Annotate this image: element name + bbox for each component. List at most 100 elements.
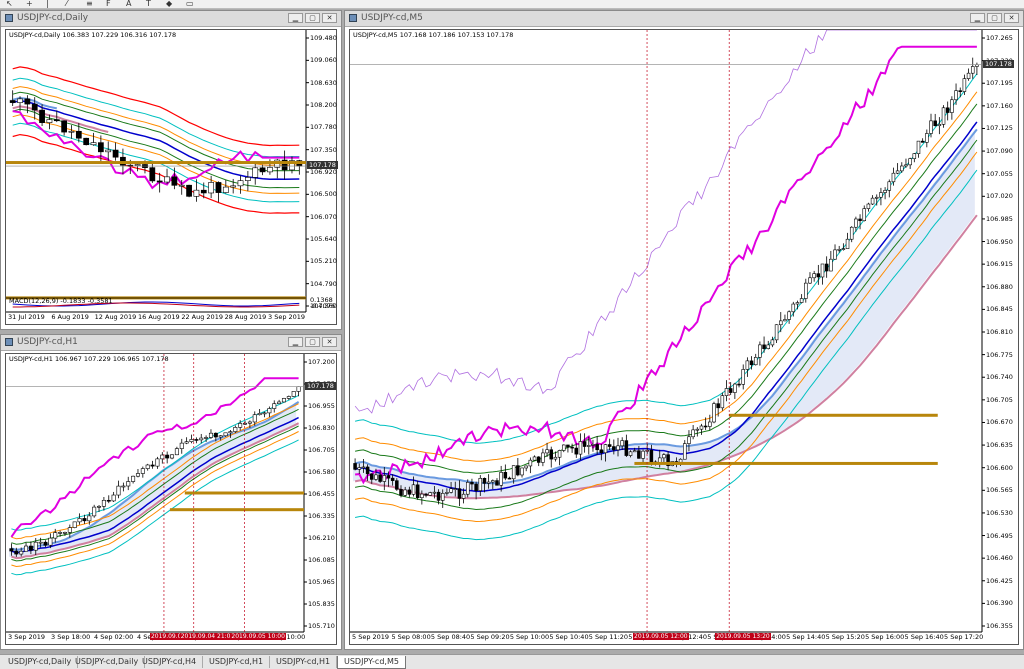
candle-body	[632, 450, 637, 453]
candle-body	[160, 454, 165, 460]
time-tick-label: 5 Sep 14:40	[786, 633, 826, 641]
time-tick-label: 5 Sep 16:00	[865, 633, 905, 641]
maximize-button[interactable]: ▢	[305, 337, 320, 347]
candle-body	[524, 465, 528, 469]
candle-body	[561, 444, 566, 451]
candle-body	[353, 463, 357, 470]
candle-body	[415, 484, 420, 498]
arrow-cursor-icon[interactable]: ↖	[6, 0, 13, 8]
candle-body	[170, 454, 175, 459]
vertical-line-icon[interactable]: |	[46, 0, 49, 8]
title-bar[interactable]: USDJPY-cd,M5 ▁ ▢ ✕	[345, 11, 1023, 27]
candle-body	[83, 137, 90, 146]
ichimoku-cloud	[353, 129, 975, 499]
candle-body	[945, 107, 950, 113]
shapes-icon[interactable]: ◆	[166, 0, 172, 8]
candle-body	[966, 72, 971, 79]
tab-usdjpy-cd-m5[interactable]: USDJPY-cd,M5	[337, 656, 406, 669]
candle-body	[215, 182, 222, 193]
price-tick-label: 107.350	[310, 145, 337, 154]
candle-body	[399, 489, 403, 496]
candle-body	[411, 484, 416, 495]
candle-body	[657, 457, 662, 463]
time-tick-label: 5 Sep 17:20	[944, 633, 984, 641]
price-tick-label: 107.200	[308, 358, 335, 366]
maximize-button[interactable]: ▢	[987, 13, 1002, 23]
tab-usdjpy-cd-daily[interactable]: USDJPY-cd,Daily	[69, 656, 146, 668]
candle-body	[33, 541, 38, 551]
price-tick-label: 106.600	[986, 463, 1013, 472]
tab-usdjpy-cd-daily[interactable]: USDJPY-cd,Daily	[2, 656, 79, 668]
minimize-button[interactable]: ▁	[288, 337, 303, 347]
chart-window-daily[interactable]: USDJPY-cd,Daily ▁ ▢ ✕ USDJPY-cd,Daily 10…	[0, 10, 342, 330]
text-tool-icon[interactable]: A	[126, 0, 131, 8]
title-bar[interactable]: USDJPY-cd,H1 ▁ ▢ ✕	[1, 335, 341, 351]
tab-usdjpy-cd-h4[interactable]: USDJPY-cd,H4	[136, 656, 204, 668]
candle-body	[420, 493, 424, 498]
price-tick-label: 107.090	[986, 147, 1013, 156]
label-tool-icon[interactable]: T	[146, 0, 151, 8]
close-button[interactable]: ✕	[322, 337, 337, 347]
window-title: USDJPY-cd,M5	[361, 13, 423, 23]
candle-body	[683, 443, 687, 460]
candle-body	[962, 78, 967, 92]
price-tick-label: 106.775	[986, 350, 1013, 359]
candle-body	[895, 170, 900, 174]
candle-body	[708, 421, 712, 427]
candle-body	[958, 90, 962, 92]
candle-body	[436, 491, 441, 501]
candle-body	[970, 66, 975, 74]
current-price-label: 107.178	[307, 161, 338, 170]
time-tick-label: 5 Sep 09:20	[470, 633, 510, 641]
maximize-button[interactable]: ▢	[305, 13, 320, 23]
price-tick-label: 108.630	[310, 78, 337, 87]
tab-usdjpy-cd-h1[interactable]: USDJPY-cd,H1	[270, 656, 338, 668]
minimize-button[interactable]: ▁	[970, 13, 985, 23]
price-chart[interactable]: USDJPY-cd,H1 106.967 107.229 106.965 107…	[5, 353, 337, 645]
close-button[interactable]: ✕	[322, 13, 337, 23]
candle-body	[213, 432, 218, 438]
chart-window-h1[interactable]: USDJPY-cd,H1 ▁ ▢ ✕ USDJPY-cd,H1 106.967 …	[0, 334, 342, 650]
candle-body	[277, 401, 282, 405]
candle-body	[193, 189, 200, 197]
chart-window-icon	[5, 338, 13, 346]
chart-canvas	[350, 30, 985, 633]
time-tick-label: 28 Aug 2019	[224, 313, 267, 321]
candle-body	[557, 450, 562, 458]
candle-body	[587, 445, 591, 447]
candle-body	[267, 408, 272, 414]
candle-body	[233, 427, 238, 432]
timeframe-box-icon[interactable]: ▭	[186, 0, 194, 8]
close-button[interactable]: ✕	[1004, 13, 1019, 23]
price-tick-label: 106.705	[308, 446, 335, 454]
price-chart[interactable]: USDJPY-cd,Daily 106.383 107.229 106.316 …	[5, 29, 338, 325]
title-bar[interactable]: USDJPY-cd,Daily ▁ ▢ ✕	[1, 11, 341, 27]
candle-body	[252, 414, 257, 423]
price-tick-label: 107.160	[986, 101, 1013, 110]
trendline-icon[interactable]: ⁄	[66, 0, 67, 8]
band-upper-2	[12, 91, 300, 172]
price-tick-label: 106.920	[310, 168, 337, 176]
candle-body	[662, 454, 666, 459]
candle-body	[121, 485, 126, 488]
candle-body	[511, 465, 516, 480]
support-resistance-level	[6, 161, 306, 165]
candle-body	[799, 298, 804, 303]
minimize-button[interactable]: ▁	[288, 13, 303, 23]
candle-body	[131, 475, 136, 482]
candle-body	[874, 196, 879, 199]
channel-icon[interactable]: ≡	[86, 0, 93, 8]
chart-window-m5[interactable]: USDJPY-cd,M5 ▁ ▢ ✕ USDJPY-cd,M5 107.168 …	[344, 10, 1024, 650]
crosshair-icon[interactable]: +	[26, 0, 33, 8]
candle-body	[208, 182, 214, 194]
price-chart[interactable]: USDJPY-cd,M5 107.168 107.186 107.153 107…	[349, 29, 1019, 645]
candle-body	[39, 109, 45, 123]
fibonacci-icon[interactable]: F	[106, 0, 111, 8]
price-tick-label: 106.500	[310, 190, 337, 199]
candle-body	[440, 493, 445, 501]
price-tick-label: 106.565	[986, 486, 1013, 495]
candle-body	[599, 449, 604, 454]
price-tick-label: 105.965	[308, 578, 335, 586]
price-tick-label: 106.335	[308, 512, 335, 520]
tab-usdjpy-cd-h1[interactable]: USDJPY-cd,H1	[203, 656, 271, 668]
